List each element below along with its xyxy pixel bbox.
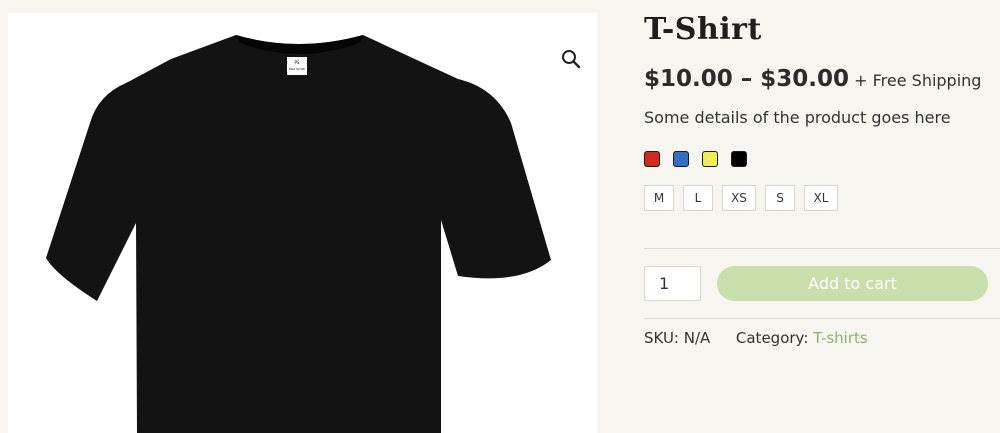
product-description: Some details of the product goes here	[644, 108, 951, 127]
size-options: M L XS S XL	[644, 185, 838, 211]
zoom-search-icon[interactable]	[559, 47, 583, 71]
category-label: Category:	[735, 329, 809, 347]
product-meta: SKU: N/A Category: T-shirts	[644, 329, 868, 347]
color-swatch-black[interactable]	[731, 151, 747, 167]
tshirt-body	[46, 35, 551, 433]
color-swatch-yellow[interactable]	[702, 151, 718, 167]
size-option-xs[interactable]: XS	[722, 185, 756, 211]
color-swatch-blue[interactable]	[673, 151, 689, 167]
price-range: $10.00 – $30.00	[644, 66, 850, 92]
divider-bottom	[644, 318, 1000, 319]
neck-label-line-1: PS	[295, 60, 300, 65]
product-title: T-Shirt	[644, 12, 762, 47]
size-option-l[interactable]: L	[683, 185, 713, 211]
product-image-gallery[interactable]: PS Paul Smith	[8, 13, 597, 433]
size-option-xl[interactable]: XL	[804, 185, 838, 211]
color-swatch-red[interactable]	[644, 151, 660, 167]
shipping-note: + Free Shipping	[854, 71, 982, 90]
neck-label-line-2: Paul Smith	[289, 67, 305, 71]
size-option-m[interactable]: M	[644, 185, 674, 211]
sku-value: N/A	[683, 329, 711, 347]
divider-top	[644, 248, 1000, 249]
color-swatches	[644, 151, 747, 167]
category-link[interactable]: T-shirts	[813, 329, 868, 347]
sku-label: SKU:	[644, 329, 679, 347]
product-image: PS Paul Smith	[46, 35, 551, 433]
size-option-s[interactable]: S	[765, 185, 795, 211]
add-to-cart-button[interactable]: Add to cart	[717, 266, 988, 301]
product-price: $10.00 – $30.00 + Free Shipping	[644, 66, 981, 92]
quantity-input[interactable]	[644, 266, 701, 301]
